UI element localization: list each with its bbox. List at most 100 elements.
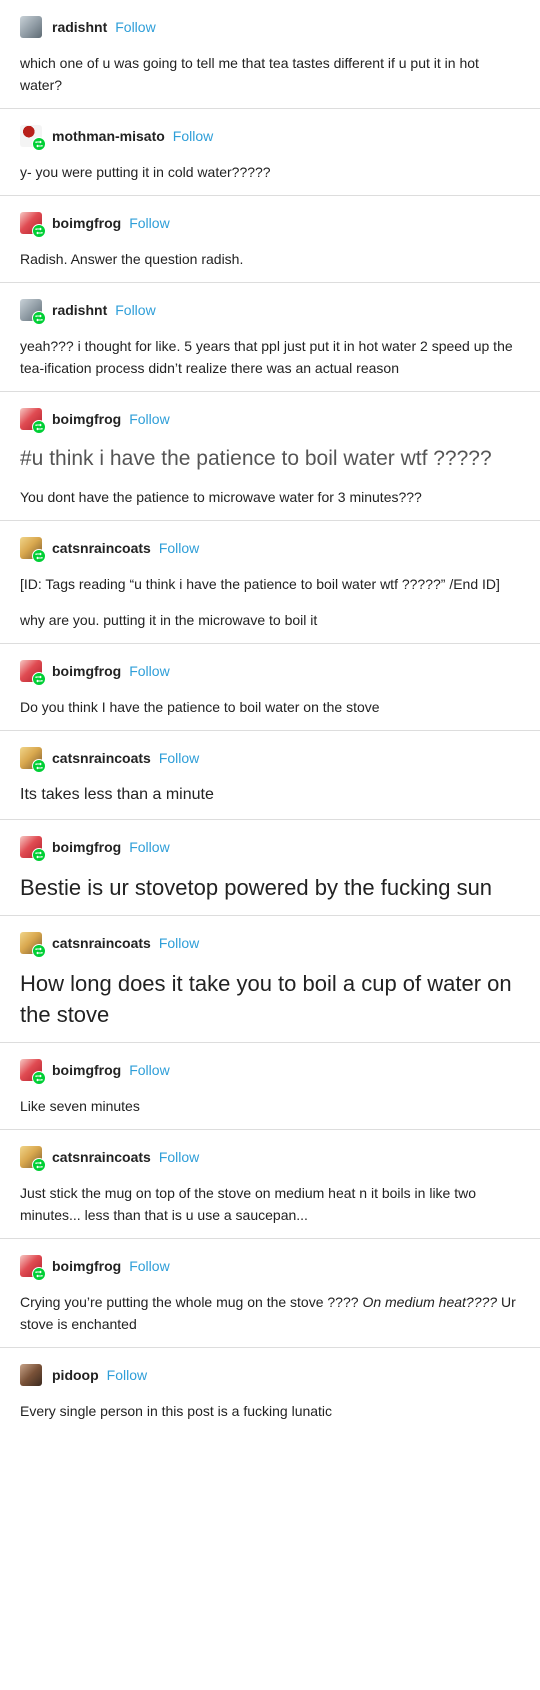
boimgfrog-avatar[interactable] [20,836,46,862]
reblog-post: catsnraincoats Follow How long does it t… [0,916,540,1043]
reblog-icon [32,420,46,434]
reblog-post: mothman-misato Follow y- you were puttin… [0,109,540,196]
reblog-icon [32,224,46,238]
username[interactable]: catsnraincoats [52,935,151,951]
post-italic-text: On medium heat???? [362,1294,498,1310]
catsnraincoats-avatar[interactable] [20,1146,46,1172]
post-body: #u think i have the patience to boil wat… [20,444,520,508]
post-header: mothman-misato Follow [20,123,520,151]
boimgfrog-avatar[interactable] [20,212,46,238]
follow-button[interactable]: Follow [115,302,155,318]
post-header: boimgfrog Follow [20,1253,520,1281]
boimgfrog-avatar[interactable] [20,1059,46,1085]
post-header: radishnt Follow [20,297,520,325]
post-header: boimgfrog Follow [20,210,520,238]
post-paragraph: why are you. putting it in the microwave… [20,612,318,628]
pidoop-avatar[interactable] [20,1364,42,1386]
catsnraincoats-avatar[interactable] [20,537,46,563]
reblog-post: radishnt Follow which one of u was going… [0,0,540,109]
reblog-post: boimgfrog Follow Radish. Answer the ques… [0,196,540,283]
post-header: radishnt Follow [20,14,520,40]
reblog-icon [32,1267,46,1281]
follow-button[interactable]: Follow [159,1149,199,1165]
post-paragraph: which one of u was going to tell me that… [20,55,479,93]
follow-button[interactable]: Follow [129,215,169,231]
username[interactable]: boimgfrog [52,1258,121,1274]
username[interactable]: mothman-misato [52,128,165,144]
reblog-post: boimgfrog Follow Crying you’re putting t… [0,1239,540,1348]
follow-button[interactable]: Follow [129,411,169,427]
follow-button[interactable]: Follow [129,1258,169,1274]
follow-button[interactable]: Follow [129,839,169,855]
reblog-icon [32,1158,46,1172]
follow-button[interactable]: Follow [159,935,199,951]
reblog-icon [32,759,46,773]
reblog-post: catsnraincoats Follow Its takes less tha… [0,731,540,820]
post-header: catsnraincoats Follow [20,1144,520,1172]
post-paragraph: You dont have the patience to microwave … [20,489,422,505]
reblog-icon [32,1071,46,1085]
follow-button[interactable]: Follow [129,663,169,679]
post-paragraph: [ID: Tags reading “u think i have the pa… [20,576,500,592]
post-paragraph: Radish. Answer the question radish. [20,251,244,267]
post-header: boimgfrog Follow [20,406,520,434]
radishnt-avatar[interactable] [20,299,46,325]
post-body: Like seven minutes [20,1095,520,1117]
username[interactable]: boimgfrog [52,839,121,855]
catsnraincoats-avatar[interactable] [20,747,46,773]
post-header: boimgfrog Follow [20,1057,520,1085]
post-header: catsnraincoats Follow [20,930,520,958]
post-body: y- you were putting it in cold water????… [20,161,520,183]
username[interactable]: boimgfrog [52,1062,121,1078]
reblog-post: boimgfrog Follow Do you think I have the… [0,644,540,731]
follow-button[interactable]: Follow [115,19,155,35]
post-text: Crying you’re putting the whole mug on t… [20,1294,363,1310]
post-body: How long does it take you to boil a cup … [20,968,520,1030]
reblog-post: catsnraincoats Follow [ID: Tags reading … [0,521,540,644]
post-header: pidoop Follow [20,1362,520,1388]
post-body: Do you think I have the patience to boil… [20,696,520,718]
post-paragraph: yeah??? i thought for like. 5 years that… [20,338,513,376]
follow-button[interactable]: Follow [107,1367,147,1383]
username[interactable]: boimgfrog [52,215,121,231]
post-body: yeah??? i thought for like. 5 years that… [20,335,520,379]
username[interactable]: radishnt [52,19,107,35]
post-body: Every single person in this post is a fu… [20,1400,520,1422]
follow-button[interactable]: Follow [159,540,199,556]
catsnraincoats-avatar[interactable] [20,932,46,958]
post-body: Crying you’re putting the whole mug on t… [20,1291,520,1335]
post-header: catsnraincoats Follow [20,745,520,773]
username[interactable]: catsnraincoats [52,750,151,766]
reblog-icon [32,311,46,325]
username[interactable]: boimgfrog [52,411,121,427]
username[interactable]: boimgfrog [52,663,121,679]
username[interactable]: catsnraincoats [52,1149,151,1165]
post-header: boimgfrog Follow [20,658,520,686]
follow-button[interactable]: Follow [159,750,199,766]
follow-button[interactable]: Follow [173,128,213,144]
boimgfrog-avatar[interactable] [20,660,46,686]
post-paragraph: Bestie is ur stovetop powered by the fuc… [20,875,493,900]
post-paragraph: Like seven minutes [20,1098,140,1114]
post-paragraph: How long does it take you to boil a cup … [20,971,512,1027]
post-header: boimgfrog Follow [20,834,520,862]
boimgfrog-avatar[interactable] [20,1255,46,1281]
radishnt-avatar[interactable] [20,16,42,38]
post-tags: #u think i have the patience to boil wat… [20,447,492,470]
post-header: catsnraincoats Follow [20,535,520,563]
reblog-post: boimgfrog Follow Bestie is ur stovetop p… [0,820,540,916]
follow-button[interactable]: Follow [129,1062,169,1078]
post-body: Its takes less than a minute [20,783,520,807]
boimgfrog-avatar[interactable] [20,408,46,434]
mothman-misato-avatar[interactable] [20,125,46,151]
username[interactable]: radishnt [52,302,107,318]
username[interactable]: pidoop [52,1367,99,1383]
post-body: Radish. Answer the question radish. [20,248,520,270]
reblog-icon [32,848,46,862]
username[interactable]: catsnraincoats [52,540,151,556]
reblog-icon [32,549,46,563]
post-body: Just stick the mug on top of the stove o… [20,1182,520,1226]
reblog-post: catsnraincoats Follow Just stick the mug… [0,1130,540,1239]
reblog-post: radishnt Follow yeah??? i thought for li… [0,283,540,392]
post-paragraph: Its takes less than a minute [20,786,214,803]
